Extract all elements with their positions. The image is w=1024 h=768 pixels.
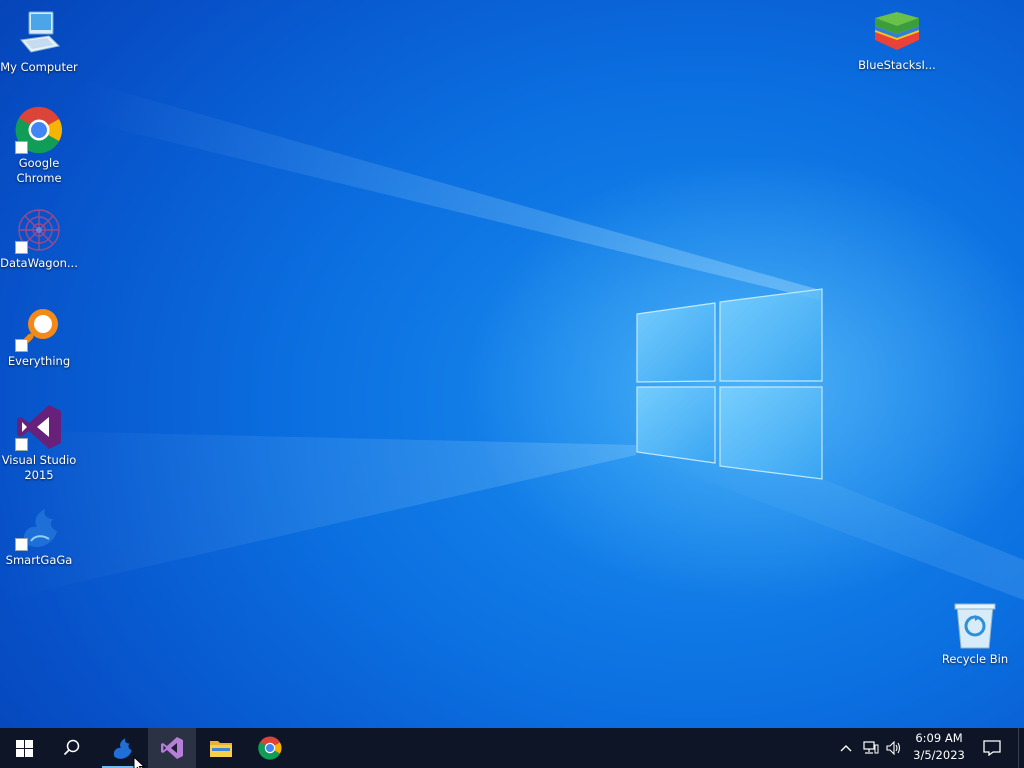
taskbar-app-file-explorer[interactable] [197, 728, 245, 768]
desktop-icon-label: SmartGaGa [5, 553, 73, 567]
smartgaga-icon [15, 503, 63, 551]
desktop-icon-label: Visual Studio [1, 453, 77, 467]
smartgaga-icon [113, 738, 132, 759]
tray-network-button[interactable] [860, 728, 882, 768]
desktop-icon-smartgaga[interactable]: SmartGaGa [0, 503, 78, 568]
action-center-button[interactable] [978, 728, 1006, 768]
windows-logo [636, 288, 823, 480]
desktop-icon-visual-studio[interactable]: Visual Studio 2015 [0, 403, 78, 483]
desktop-icon-everything[interactable]: Everything [0, 304, 78, 369]
desktop-icon-label: 2015 [24, 468, 54, 482]
network-icon [863, 741, 879, 754]
everything-search-icon [15, 304, 63, 352]
shortcut-arrow-icon [15, 339, 28, 352]
desktop-icon-label: Everything [7, 354, 71, 368]
desktop-icon-label: Google [18, 156, 60, 170]
tray-overflow-button[interactable] [836, 728, 856, 768]
chevron-up-icon [840, 745, 852, 752]
desktop-icon-label: DataWagon... [0, 256, 78, 270]
clock-date: 3/5/2023 [913, 748, 965, 762]
windows-start-icon [15, 739, 33, 757]
desktop-icon-google-chrome[interactable]: Google Chrome [0, 106, 78, 186]
computer-icon [15, 10, 63, 58]
tray-volume-button[interactable] [884, 728, 904, 768]
desktop-icon-datawagon[interactable]: DataWagon... [0, 206, 78, 271]
taskbar-app-visual-studio[interactable] [148, 728, 196, 768]
desktop-icon-my-computer[interactable]: My Computer [0, 10, 78, 75]
shortcut-arrow-icon [15, 241, 28, 254]
search-icon [63, 739, 80, 756]
shortcut-arrow-icon [15, 538, 28, 551]
search-button[interactable] [48, 728, 96, 768]
shortcut-arrow-icon [15, 438, 28, 451]
clock-time: 6:09 AM [915, 731, 963, 745]
desktop: My Computer Google Chrome DataWagon... E… [0, 0, 1024, 728]
wallpaper-light-beams [0, 80, 1024, 600]
tray-clock[interactable]: 6:09 AM 3/5/2023 [906, 730, 972, 766]
chrome-icon [258, 736, 282, 760]
taskbar: 6:09 AM 3/5/2023 [0, 728, 1024, 768]
desktop-icon-bluestacks[interactable]: BlueStacksI... [858, 8, 936, 73]
speaker-icon [886, 741, 901, 755]
desktop-icon-label: My Computer [0, 60, 78, 74]
desktop-icon-recycle-bin[interactable]: Recycle Bin [936, 602, 1014, 667]
file-explorer-icon [210, 741, 232, 757]
bluestacks-icon [873, 8, 921, 56]
chrome-icon [15, 106, 63, 154]
shortcut-arrow-icon [15, 141, 28, 154]
desktop-icon-label: Recycle Bin [941, 652, 1009, 666]
visual-studio-icon [15, 403, 63, 451]
notification-icon [983, 740, 1001, 756]
taskbar-app-google-chrome[interactable] [246, 728, 294, 768]
recycle-bin-icon [951, 602, 999, 650]
datawagon-icon [15, 206, 63, 254]
desktop-icon-label: BlueStacksI... [858, 58, 936, 72]
mouse-cursor-icon [133, 756, 145, 768]
start-button[interactable] [0, 728, 48, 768]
show-desktop-button[interactable] [1018, 728, 1024, 768]
desktop-icon-label: Chrome [16, 171, 62, 185]
visual-studio-icon [161, 737, 183, 759]
